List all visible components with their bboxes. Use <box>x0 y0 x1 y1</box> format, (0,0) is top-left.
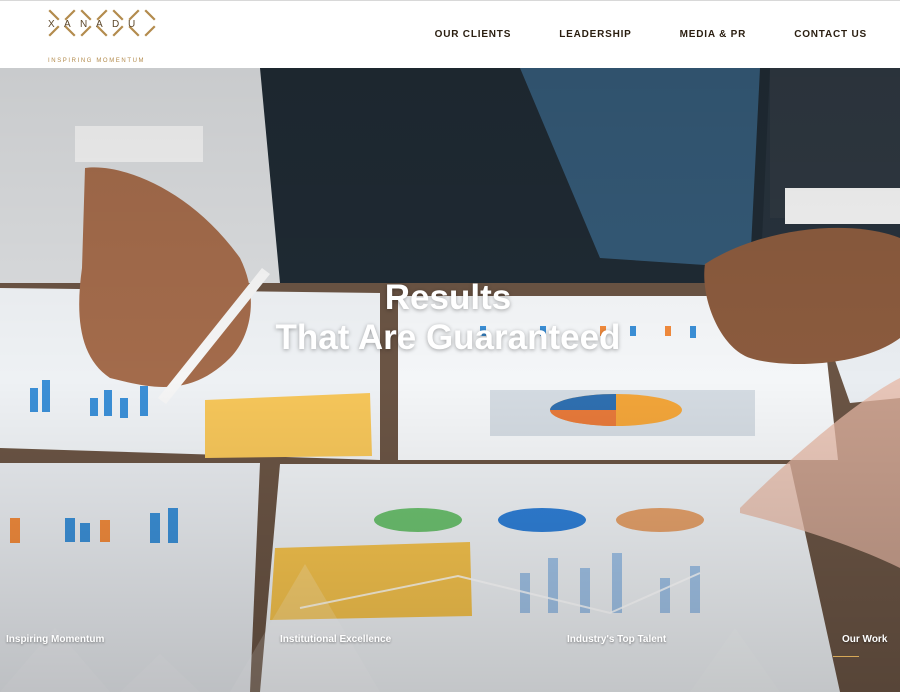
svg-text:A: A <box>96 19 104 30</box>
main-nav: OUR CLIENTS LEADERSHIP MEDIA & PR CONTAC… <box>435 29 867 40</box>
brand-tagline: INSPIRING MOMENTUM <box>48 58 146 64</box>
svg-text:U: U <box>128 19 136 30</box>
nav-contact-us[interactable]: CONTACT US <box>794 29 867 40</box>
active-slide-indicator <box>833 656 859 657</box>
svg-text:N: N <box>80 19 88 30</box>
hero-slide-tabs: Inspiring Momentum Institutional Excelle… <box>0 634 900 658</box>
nav-our-clients[interactable]: OUR CLIENTS <box>435 29 512 40</box>
slide-tab-our-work[interactable]: Our Work <box>842 634 887 645</box>
xanadu-logo-mark: X A N A D U <box>48 9 156 37</box>
site-header: X A N A D U INSPIRING MOMENTUM OUR CLIEN… <box>0 0 900 68</box>
hero-headline: Results That Are Guaranteed <box>0 278 896 358</box>
nav-leadership[interactable]: LEADERSHIP <box>559 29 631 40</box>
headline-line-1: Results <box>384 278 512 317</box>
slide-tab-industry-top-talent[interactable]: Industry's Top Talent <box>567 634 666 645</box>
nav-media-pr[interactable]: MEDIA & PR <box>680 29 747 40</box>
svg-text:A: A <box>64 19 72 30</box>
hero-overlay <box>0 68 900 692</box>
hero-banner: Results That Are Guaranteed Inspiring Mo… <box>0 68 900 692</box>
brand-logo[interactable]: X A N A D U INSPIRING MOMENTUM <box>48 7 170 64</box>
svg-text:D: D <box>112 19 120 30</box>
slide-tab-institutional-excellence[interactable]: Institutional Excellence <box>280 634 391 645</box>
slide-tab-inspiring-momentum[interactable]: Inspiring Momentum <box>6 634 104 645</box>
headline-line-2: That Are Guaranteed <box>275 318 621 357</box>
svg-text:X: X <box>48 19 56 30</box>
